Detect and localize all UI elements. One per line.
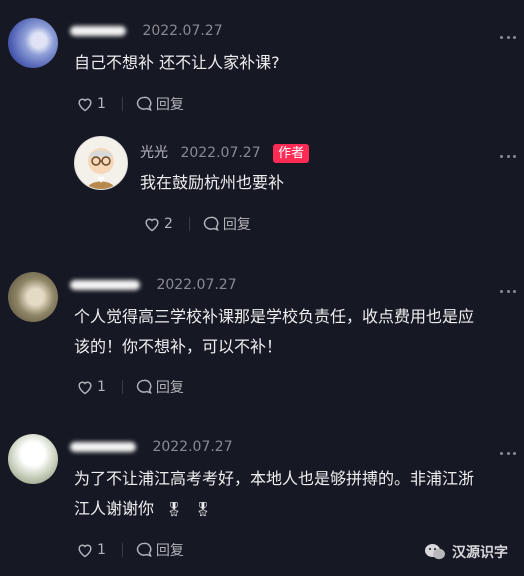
more-options-icon[interactable]: [500, 152, 516, 160]
wechat-icon: [425, 544, 445, 560]
reply-label: 回复: [155, 97, 184, 113]
username-redacted[interactable]: [70, 26, 126, 36]
username-redacted[interactable]: [70, 280, 140, 290]
reply-button[interactable]: 回复: [202, 214, 251, 234]
heart-icon: [78, 381, 92, 395]
reply-button[interactable]: 回复: [135, 377, 184, 397]
divider: [121, 97, 123, 111]
more-options-icon[interactable]: [500, 287, 516, 295]
like-button[interactable]: 1: [76, 542, 106, 558]
comment-text-line-2-text: 江人谢谢你: [74, 499, 155, 518]
comment-text: 自己不想补 还不让人家补课?: [74, 53, 280, 72]
medal-emoji: 🎖: [193, 501, 212, 518]
author-username[interactable]: 光光: [140, 145, 168, 161]
comment-meta: 2022.07.27: [70, 277, 237, 293]
reply-date: 2022.07.27: [180, 145, 261, 161]
comment-date: 2022.07.27: [152, 439, 233, 455]
reply-label: 回复: [222, 217, 251, 233]
username-redacted[interactable]: [70, 442, 136, 452]
like-count: 1: [97, 542, 106, 558]
reply-bubble-icon: [136, 542, 152, 558]
comment-text-line-2: 该的！你不想补，可以不补！: [74, 337, 283, 356]
divider: [121, 380, 123, 394]
comment-actions: 1 回复: [76, 540, 184, 560]
divider: [121, 543, 123, 557]
comment-meta: 2022.07.27: [70, 439, 233, 455]
avatar[interactable]: [8, 18, 58, 68]
like-count: 1: [97, 96, 106, 112]
reply-bubble-icon: [203, 216, 219, 232]
cartoon-grandpa-icon: [87, 148, 115, 189]
comment-date: 2022.07.27: [142, 23, 223, 39]
author-badge: 作者: [273, 144, 310, 163]
like-button[interactable]: 1: [76, 379, 106, 395]
reply-button[interactable]: 回复: [135, 94, 184, 114]
reply-actions: 2 回复: [143, 214, 251, 234]
reply-label: 回复: [155, 380, 184, 396]
reply-bubble-icon: [136, 96, 152, 112]
reply-meta: 光光 2022.07.27 作者: [140, 142, 310, 163]
comment-actions: 1 回复: [76, 377, 184, 397]
watermark-text: 汉源识字: [452, 545, 508, 561]
like-button[interactable]: 1: [76, 96, 106, 112]
more-options-icon[interactable]: [500, 33, 516, 41]
more-options-icon[interactable]: [500, 449, 516, 457]
reply-button[interactable]: 回复: [135, 540, 184, 560]
comment-text-line-1: 为了不让浦江高考考好，本地人也是够拼搏的。非浦江浙: [74, 469, 475, 488]
heart-icon: [78, 544, 92, 558]
avatar[interactable]: [8, 434, 58, 484]
like-button[interactable]: 2: [143, 216, 173, 232]
heart-icon: [78, 98, 92, 112]
comment-actions: 1 回复: [76, 94, 184, 114]
comment-text-line-2: 江人谢谢你 🎖 🎖: [74, 492, 212, 527]
comment-date: 2022.07.27: [156, 277, 237, 293]
reply-label: 回复: [155, 543, 184, 559]
heart-icon: [145, 218, 159, 232]
reply-text: 我在鼓励杭州也要补: [140, 173, 285, 192]
comment-meta: 2022.07.27: [70, 23, 223, 39]
like-count: 2: [164, 216, 173, 232]
medal-emoji: 🎖: [165, 501, 183, 518]
divider: [188, 217, 190, 231]
comment-text-line-1: 个人觉得高三学校补课那是学校负责任，收点费用也是应: [74, 307, 475, 326]
author-avatar[interactable]: [74, 136, 128, 190]
avatar[interactable]: [8, 272, 58, 322]
reply-bubble-icon: [136, 379, 152, 395]
like-count: 1: [97, 379, 106, 395]
wechat-watermark: 汉源识字: [424, 542, 508, 562]
